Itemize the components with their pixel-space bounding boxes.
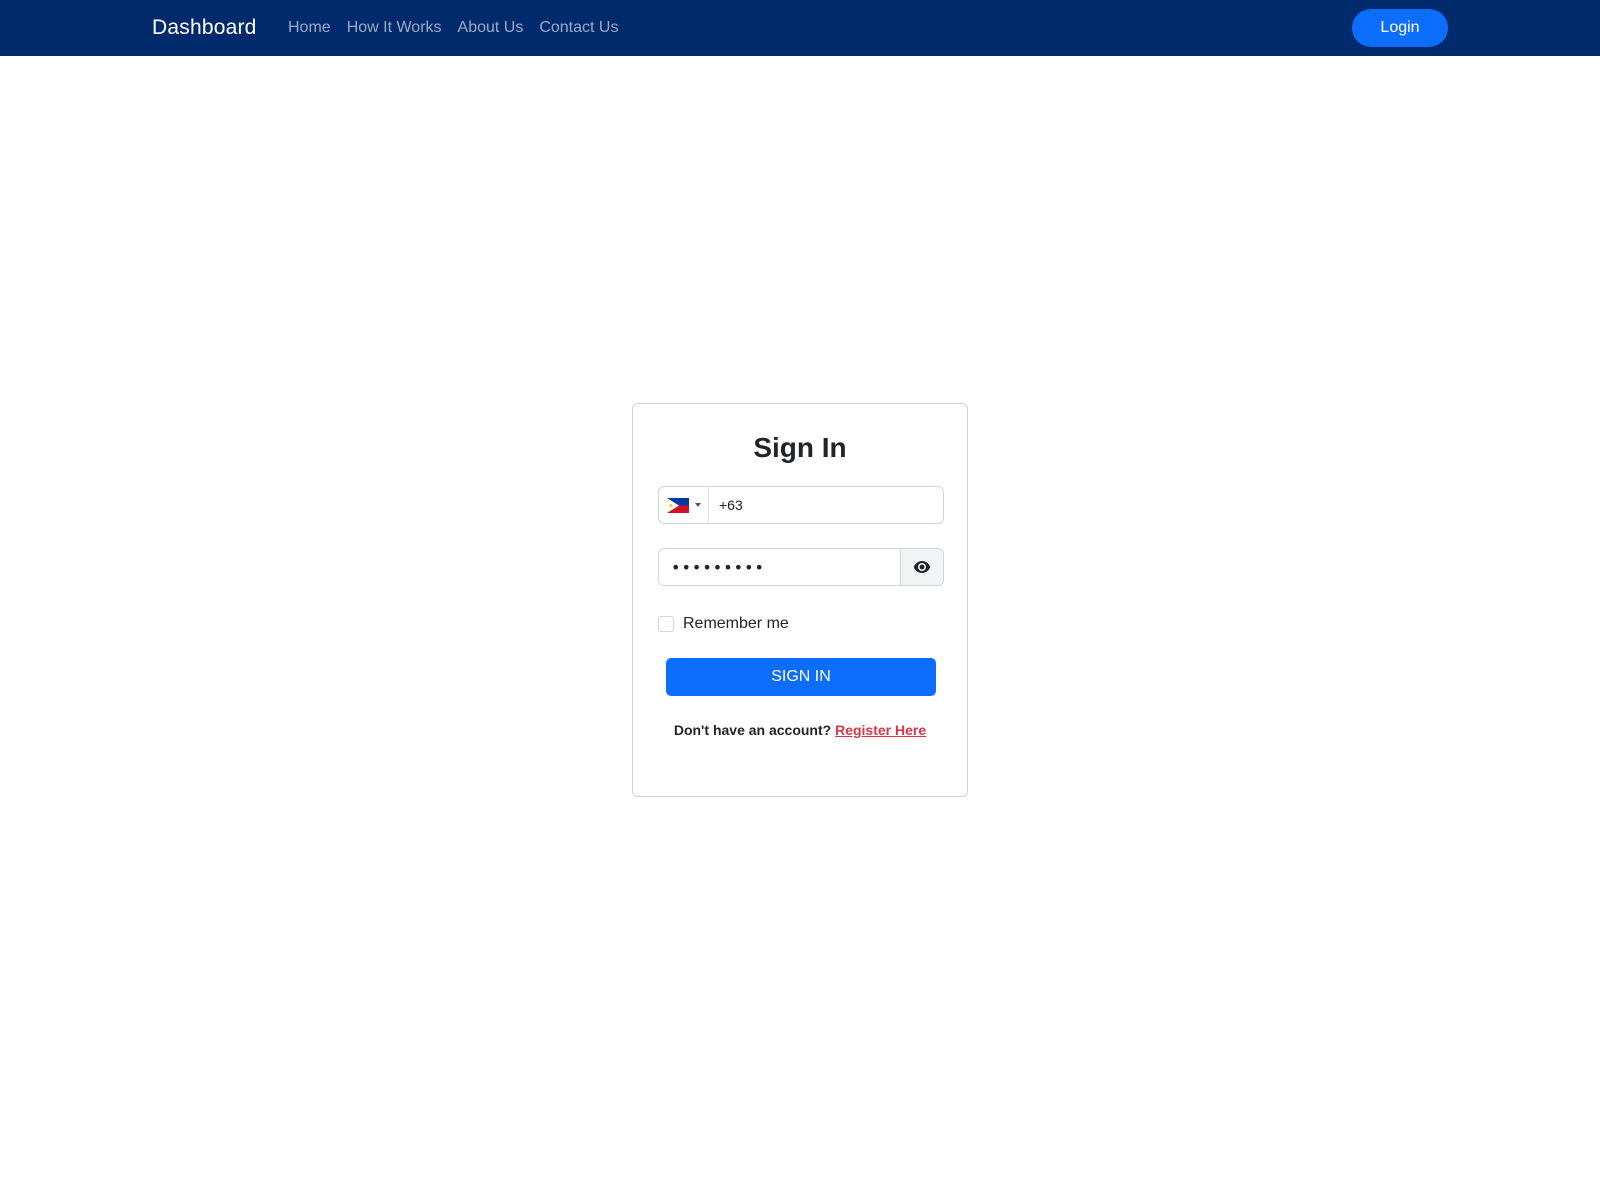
register-row: Don't have an account? Register Here [633,720,967,740]
brand-link[interactable]: Dashboard [152,14,257,42]
remember-me-row: Remember me [658,614,789,634]
chevron-down-icon [694,503,701,507]
nav-link-about-us[interactable]: About Us [458,14,524,42]
register-link[interactable]: Register Here [835,722,926,738]
nav-link-how-it-works[interactable]: How It Works [347,14,442,42]
top-navbar: Dashboard Home How It Works About Us Con… [0,0,1600,56]
phone-input-group [658,486,944,524]
signin-title: Sign In [753,432,847,463]
register-prompt: Don't have an account? [673,722,832,738]
country-code-select[interactable] [659,487,709,523]
remember-me-checkbox[interactable] [658,616,674,632]
remember-me-label[interactable]: Remember me [683,614,789,634]
password-input-group [658,548,944,586]
philippines-flag-icon [666,497,689,513]
password-input[interactable] [659,549,900,585]
nav-links: Home How It Works About Us Contact Us [288,14,618,42]
password-toggle-button[interactable] [900,549,943,585]
nav-link-home[interactable]: Home [288,14,331,42]
login-button[interactable]: Login [1352,9,1448,47]
phone-input[interactable] [709,487,943,523]
signin-card: Sign In Remember m [632,403,968,797]
eye-icon [913,561,931,573]
signin-button[interactable]: SIGN IN [666,658,936,696]
nav-link-contact-us[interactable]: Contact Us [539,14,618,42]
